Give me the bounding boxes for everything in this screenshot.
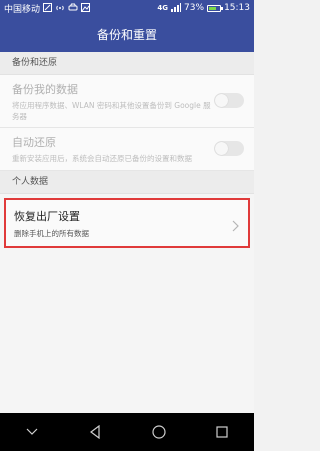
- chevron-right-icon: [232, 217, 240, 232]
- navigation-bar: [0, 413, 254, 451]
- settings-content: 备份和还原 备份我的数据 将应用程序数据、WLAN 密码和其他设置备份到 Goo…: [0, 52, 254, 413]
- car-icon: [68, 3, 78, 14]
- auto-restore-title: 自动还原: [12, 136, 56, 149]
- page-title: 备份和重置: [96, 27, 157, 42]
- status-bar: 中国移动 4G 73% 15:13: [0, 0, 254, 16]
- section-header-personal: 个人数据: [0, 171, 254, 194]
- status-bar-left: 中国移动: [4, 2, 91, 15]
- auto-restore-row[interactable]: 自动还原 重新安装应用后，系统会自动还原已备份的设置和数据: [0, 128, 254, 171]
- toggle-knob: [215, 142, 228, 155]
- backup-my-data-row[interactable]: 备份我的数据 将应用程序数据、WLAN 密码和其他设置备份到 Google 服务…: [0, 75, 254, 128]
- toggle-knob: [215, 94, 228, 107]
- chevron-down-icon[interactable]: [17, 417, 47, 447]
- status-bar-right: 4G 73% 15:13: [157, 2, 250, 14]
- image-icon: [81, 2, 91, 14]
- back-icon[interactable]: [80, 417, 110, 447]
- auto-restore-toggle[interactable]: [214, 141, 244, 156]
- signal-icon: [171, 2, 182, 14]
- factory-reset-item[interactable]: 恢复出厂设置 删除手机上的所有数据: [4, 198, 250, 248]
- auto-restore-subtitle: 重新安装应用后，系统会自动还原已备份的设置和数据: [12, 154, 192, 163]
- home-icon[interactable]: [144, 417, 174, 447]
- app-bar: 备份和重置: [0, 16, 254, 52]
- battery-icon: [207, 4, 224, 12]
- factory-reset-title: 恢复出厂设置: [14, 210, 80, 223]
- hotspot-icon: [55, 3, 65, 14]
- clock: 15:13: [224, 3, 250, 13]
- carrier-label: 中国移动: [4, 4, 41, 15]
- backup-my-data-title: 备份我的数据: [12, 83, 78, 96]
- recents-icon[interactable]: [207, 417, 237, 447]
- battery-percent: 73%: [184, 3, 205, 13]
- edit-notification-icon: [43, 2, 53, 14]
- factory-reset-subtitle: 删除手机上的所有数据: [14, 229, 89, 238]
- section-header-backup: 备份和还原: [0, 52, 254, 75]
- backup-my-data-subtitle: 将应用程序数据、WLAN 密码和其他设置备份到 Google 服务器: [12, 101, 211, 121]
- network-type-label: 4G: [157, 4, 169, 12]
- backup-my-data-toggle[interactable]: [214, 93, 244, 108]
